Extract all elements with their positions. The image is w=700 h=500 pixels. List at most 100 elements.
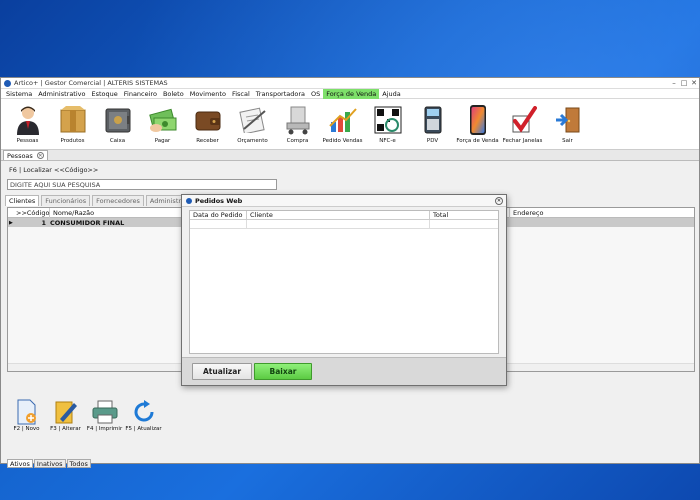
menu-boleto[interactable]: Boleto [160, 89, 187, 99]
pos-terminal-icon [418, 103, 448, 137]
pedidos-web-dialog: Pedidos Web ✕ Data do Pedido Cliente Tot… [181, 194, 507, 386]
action-label: F3 | Alterar [50, 426, 81, 432]
wallet-icon [193, 103, 223, 137]
table-row[interactable] [190, 220, 498, 229]
app-logo-icon [4, 79, 11, 87]
toolbar-pessoas-button[interactable]: Pessoas [5, 99, 50, 150]
toolbar-label: PDV [426, 138, 439, 144]
tab-clientes[interactable]: Clientes [5, 195, 40, 206]
money-icon [148, 103, 178, 137]
menu-ajuda[interactable]: Ajuda [379, 89, 403, 99]
exit-door-icon [553, 103, 583, 137]
toolbar-label: Força de Venda [456, 138, 499, 144]
menu-financeiro[interactable]: Financeiro [121, 89, 160, 99]
action-label: F5 | Atualizar [125, 426, 162, 432]
new-button[interactable]: F2 | Novo [7, 398, 46, 443]
maximize-button[interactable]: □ [679, 79, 689, 87]
minimize-button[interactable]: – [669, 79, 679, 87]
toolbar-label: Produtos [60, 138, 85, 144]
dialog-footer: Atualizar Baixar [182, 357, 506, 385]
person-icon [13, 103, 43, 137]
main-toolbar: Pessoas Produtos Caixa Pagar Receber Orç… [1, 99, 699, 150]
cell-date [190, 220, 247, 229]
menu-forca-de-venda[interactable]: Força de Venda [323, 88, 380, 99]
menu-sistema[interactable]: Sistema [3, 89, 35, 99]
desktop-taskbar-area [0, 464, 700, 500]
close-tab-button[interactable]: ✕ [36, 152, 44, 159]
toolbar-fechar-janelas-button[interactable]: Fechar Janelas [500, 99, 545, 150]
printer-icon [92, 398, 118, 426]
column-data-do-pedido[interactable]: Data do Pedido [190, 210, 247, 220]
toolbar-pagar-button[interactable]: Pagar [140, 99, 185, 150]
orders-grid: Data do Pedido Cliente Total [189, 210, 499, 354]
menu-estoque[interactable]: Estoque [88, 89, 120, 99]
toolbar-caixa-button[interactable]: Caixa [95, 99, 140, 150]
toolbar-nfce-button[interactable]: NFC-e [365, 99, 410, 150]
cell-total [430, 220, 498, 229]
toolbar-label: Pagar [154, 138, 171, 144]
person-type-tabs: Clientes Funcionários Fornecedores Admin… [5, 195, 209, 206]
smartphone-icon [463, 103, 493, 137]
toolbar-label: Receber [196, 138, 219, 144]
document-tab-strip: Pessoas ✕ [1, 150, 699, 161]
cell-code: 1 [41, 218, 46, 227]
tab-pessoas[interactable]: Pessoas ✕ [3, 150, 48, 160]
tab-fornecedores[interactable]: Fornecedores [92, 195, 144, 206]
new-document-icon [14, 398, 40, 426]
toolbar-label: Pessoas [16, 138, 39, 144]
tab-funcionarios[interactable]: Funcionários [41, 195, 91, 206]
baixar-button[interactable]: Baixar [254, 363, 312, 380]
refresh-button[interactable]: F5 | Atualizar [124, 398, 163, 443]
menu-movimento[interactable]: Movimento [187, 89, 229, 99]
menu-transportadora[interactable]: Transportadora [253, 89, 308, 99]
close-dialog-button[interactable]: ✕ [495, 196, 503, 205]
toolbar-label: Orçamento [237, 138, 268, 144]
tab-label: Pessoas [7, 151, 33, 160]
toolbar-pdv-button[interactable]: PDV [410, 99, 455, 150]
action-label: F2 | Novo [13, 426, 40, 432]
row-indicator-icon: ▶ [9, 219, 13, 226]
search-input[interactable] [7, 179, 277, 190]
column-endereco[interactable]: Endereço [510, 208, 694, 218]
cell-name: CONSUMIDOR FINAL [50, 218, 125, 227]
orders-grid-header: Data do Pedido Cliente Total [190, 210, 498, 220]
menu-administrativo[interactable]: Administrativo [35, 89, 88, 99]
cell-client [247, 220, 430, 229]
menu-os[interactable]: OS [308, 89, 323, 99]
atualizar-button[interactable]: Atualizar [192, 363, 252, 380]
box-icon [58, 103, 88, 137]
action-label: F4 | Imprimir [86, 426, 123, 432]
edit-icon [53, 398, 79, 426]
app-logo-icon [186, 197, 192, 204]
toolbar-label: Compra [286, 138, 309, 144]
toolbar-label: Pedido Vendas [322, 138, 363, 144]
qrcode-icon [373, 103, 403, 137]
menu-bar: Sistema Administrativo Estoque Financeir… [1, 88, 699, 99]
toolbar-orcamento-button[interactable]: Orçamento [230, 99, 275, 150]
bottom-action-bar: F2 | Novo F3 | Alterar F4 | Imprimir F5 … [1, 398, 699, 443]
menu-fiscal[interactable]: Fiscal [229, 89, 253, 99]
title-bar: Artico+ | Gestor Comercial | ALTERIS SIS… [1, 78, 699, 89]
clipboard-icon [238, 103, 268, 137]
toolbar-receber-button[interactable]: Receber [185, 99, 230, 150]
toolbar-sair-button[interactable]: Sair [545, 99, 590, 150]
edit-button[interactable]: F3 | Alterar [46, 398, 85, 443]
toolbar-produtos-button[interactable]: Produtos [50, 99, 95, 150]
toolbar-label: NFC-e [379, 138, 396, 144]
toolbar-label: Sair [562, 138, 573, 144]
column-codigo[interactable]: >>Código [8, 207, 50, 218]
dialog-title-bar: Pedidos Web ✕ [182, 195, 506, 207]
close-window-button[interactable]: ✕ [689, 79, 699, 87]
dialog-title: Pedidos Web [195, 196, 243, 205]
print-button[interactable]: F4 | Imprimir [85, 398, 124, 443]
toolbar-forca-de-venda-button[interactable]: Força de Venda [455, 99, 500, 150]
refresh-icon [131, 398, 157, 426]
column-cliente[interactable]: Cliente [247, 210, 430, 220]
toolbar-label: Caixa [109, 138, 126, 144]
toolbar-pedido-vendas-button[interactable]: Pedido Vendas [320, 99, 365, 150]
locate-label: F6 | Localizar <<Código>> [9, 166, 99, 174]
toolbar-compra-button[interactable]: Compra [275, 99, 320, 150]
cart-icon [283, 103, 313, 137]
window-title: Artico+ | Gestor Comercial | ALTERIS SIS… [14, 79, 168, 87]
column-total[interactable]: Total [430, 211, 498, 220]
